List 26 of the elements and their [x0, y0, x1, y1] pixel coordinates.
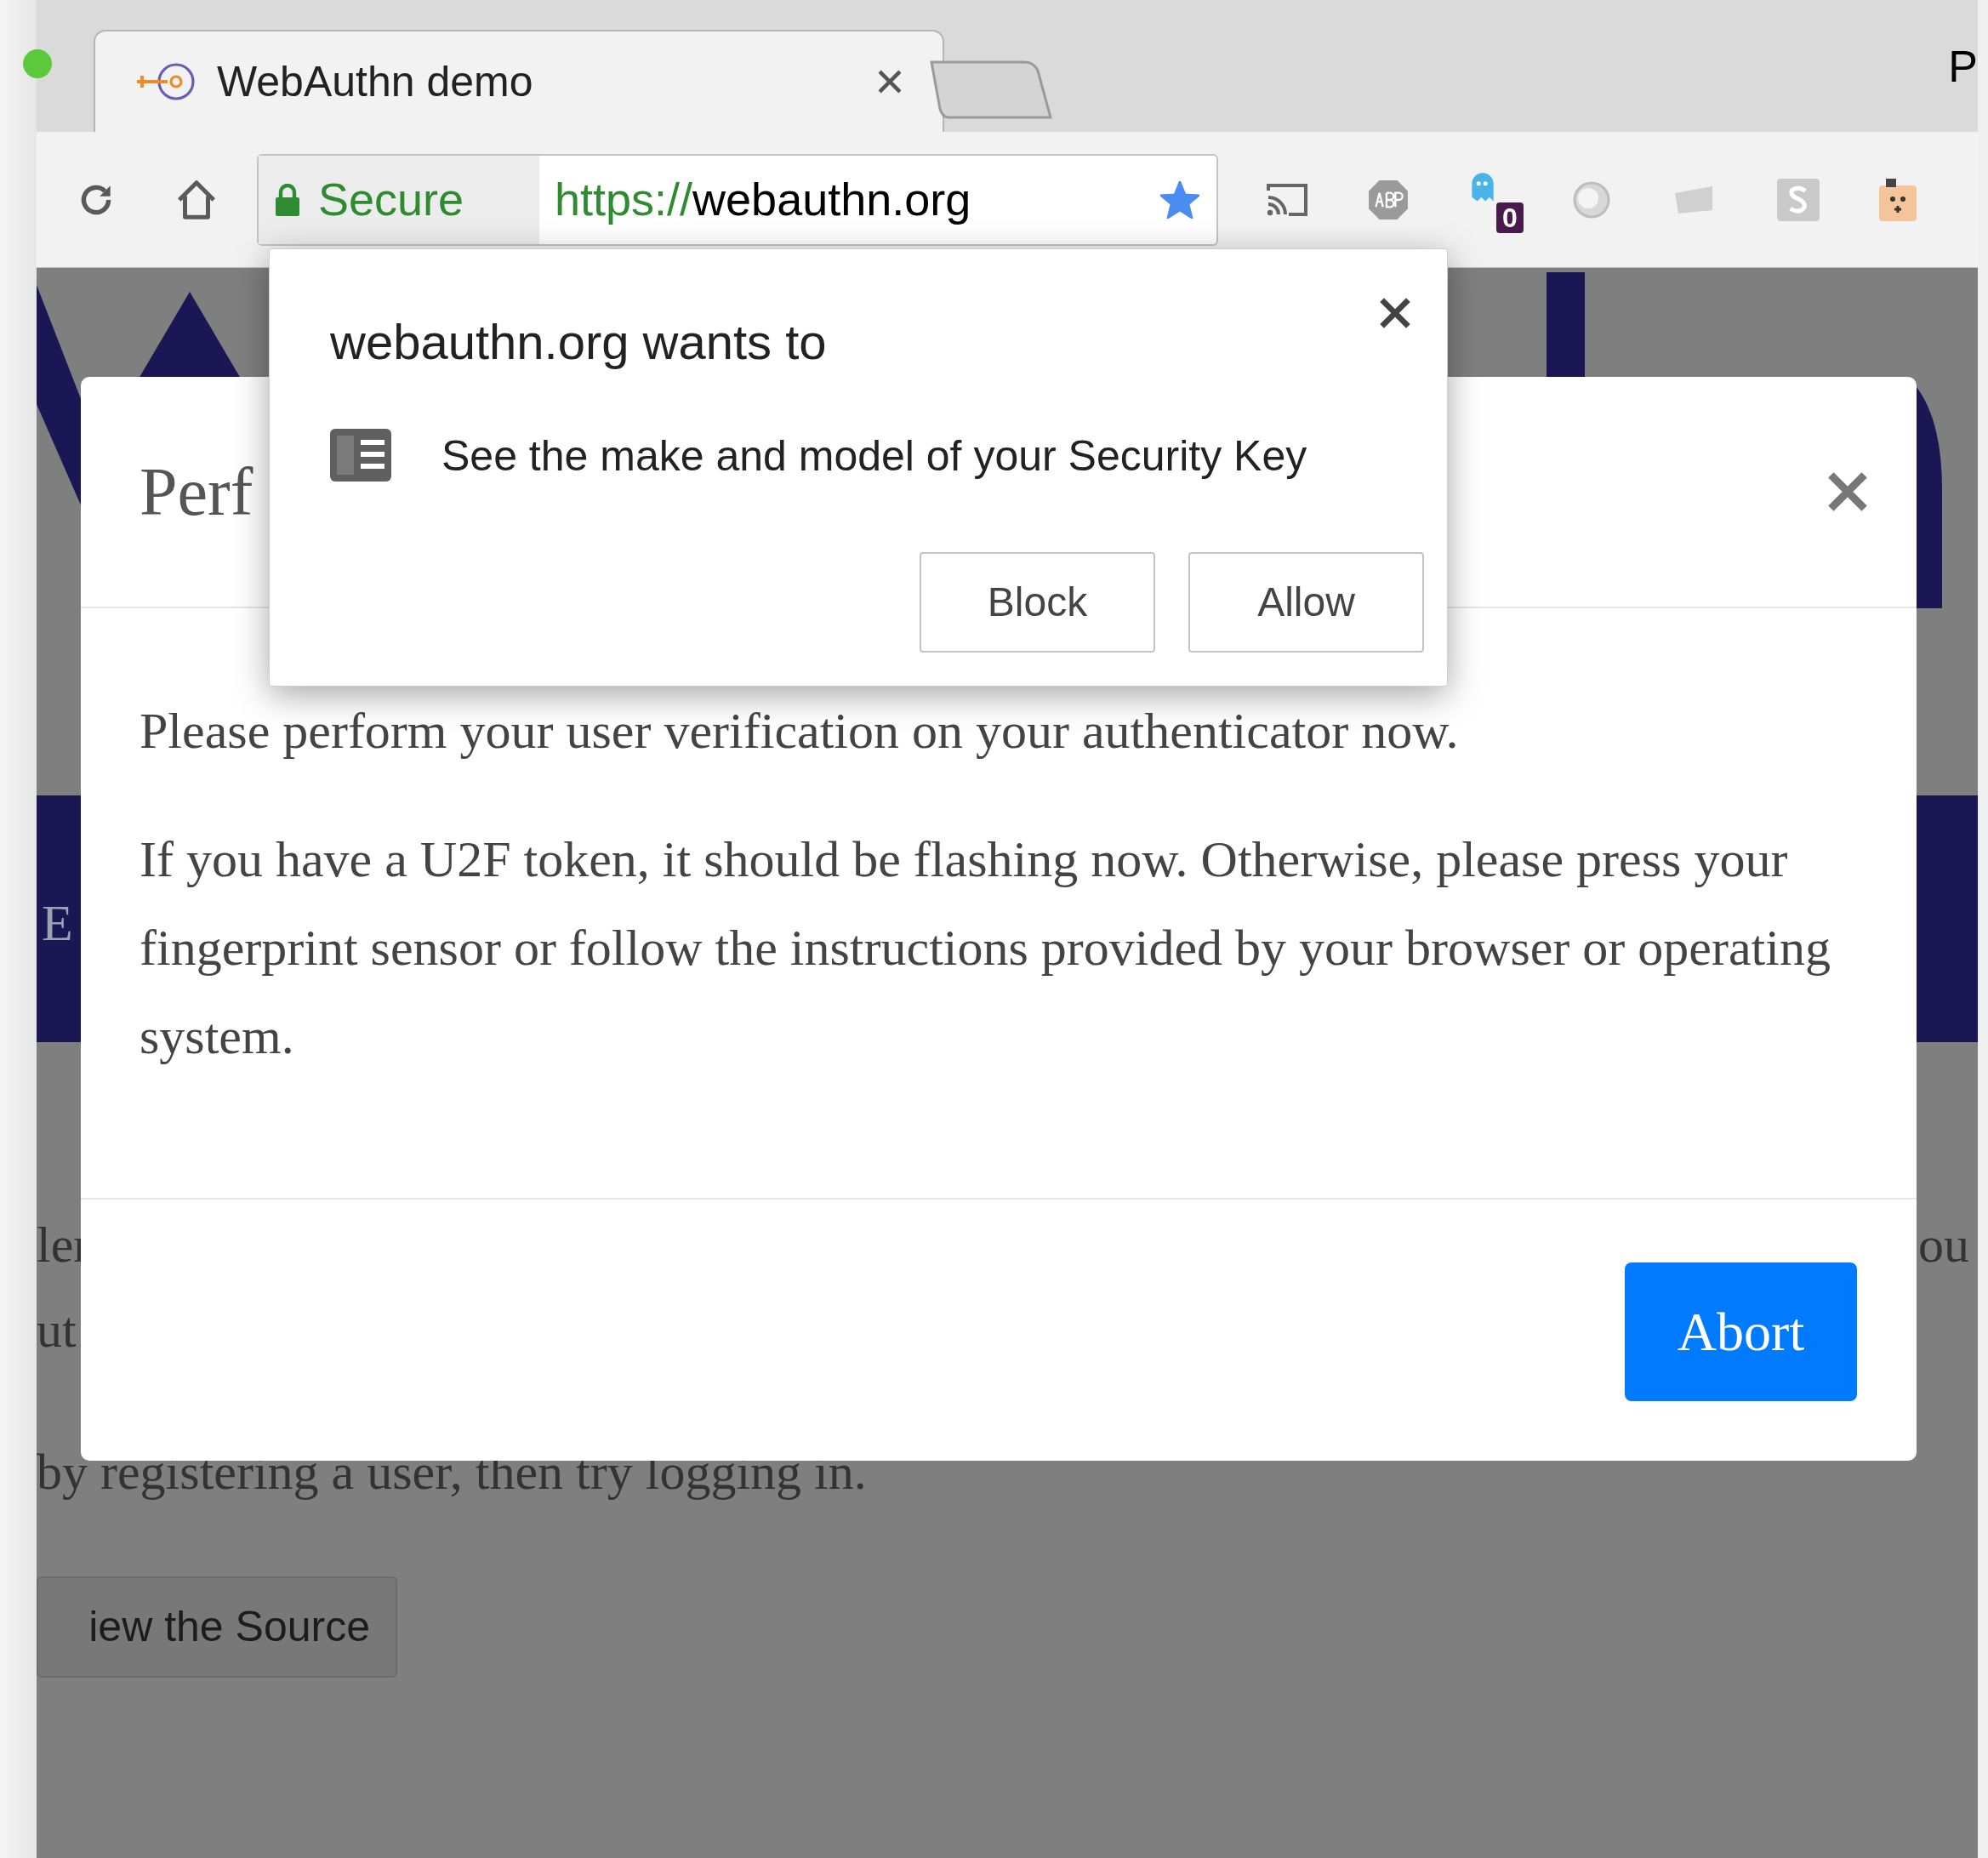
popup-button[interactable]: Block [920, 552, 1155, 653]
dialog-text: Please perform your user verification on your authenticator now. [140, 702, 1460, 761]
abort-button[interactable]: Abort [1625, 1262, 1857, 1401]
view-source-button[interactable]: iew the Source [37, 1576, 397, 1678]
bookmark-star-icon[interactable] [1160, 180, 1199, 219]
extension-badge: 0 [1496, 202, 1524, 233]
window-button-icon[interactable] [23, 49, 52, 78]
body-text: ou [1918, 1219, 1969, 1270]
banner-heading-text: E [42, 898, 73, 949]
dialog-title: Perf [140, 453, 253, 531]
browser-tab[interactable]: WebAuthn demo [94, 30, 944, 132]
cast-icon[interactable] [1265, 181, 1309, 218]
security-chip[interactable]: Secure [259, 155, 539, 244]
face-icon[interactable] [1877, 176, 1918, 223]
address-bar[interactable]: Secure https://webauthn.org [257, 153, 1218, 246]
popup-button[interactable]: Allow [1188, 552, 1424, 653]
body-text: ut [37, 1304, 77, 1355]
tab-strip-text: P [1948, 44, 1978, 88]
list-icon [330, 429, 391, 482]
lock-icon [276, 183, 299, 216]
url-text: https://webauthn.org [555, 173, 971, 226]
dialog-text: If you have a U2F token, it should be flashing now. Otherwise, please press your fingerprint sensor or follow the instructions provided by your browser or operating system. [140, 830, 1831, 1066]
permission-request-text: See the make and model of your Security Key [441, 435, 1307, 477]
tab-title: WebAuthn demo [217, 56, 533, 107]
circle-icon[interactable] [1573, 180, 1610, 219]
stop-sign-icon[interactable] [1367, 178, 1410, 221]
